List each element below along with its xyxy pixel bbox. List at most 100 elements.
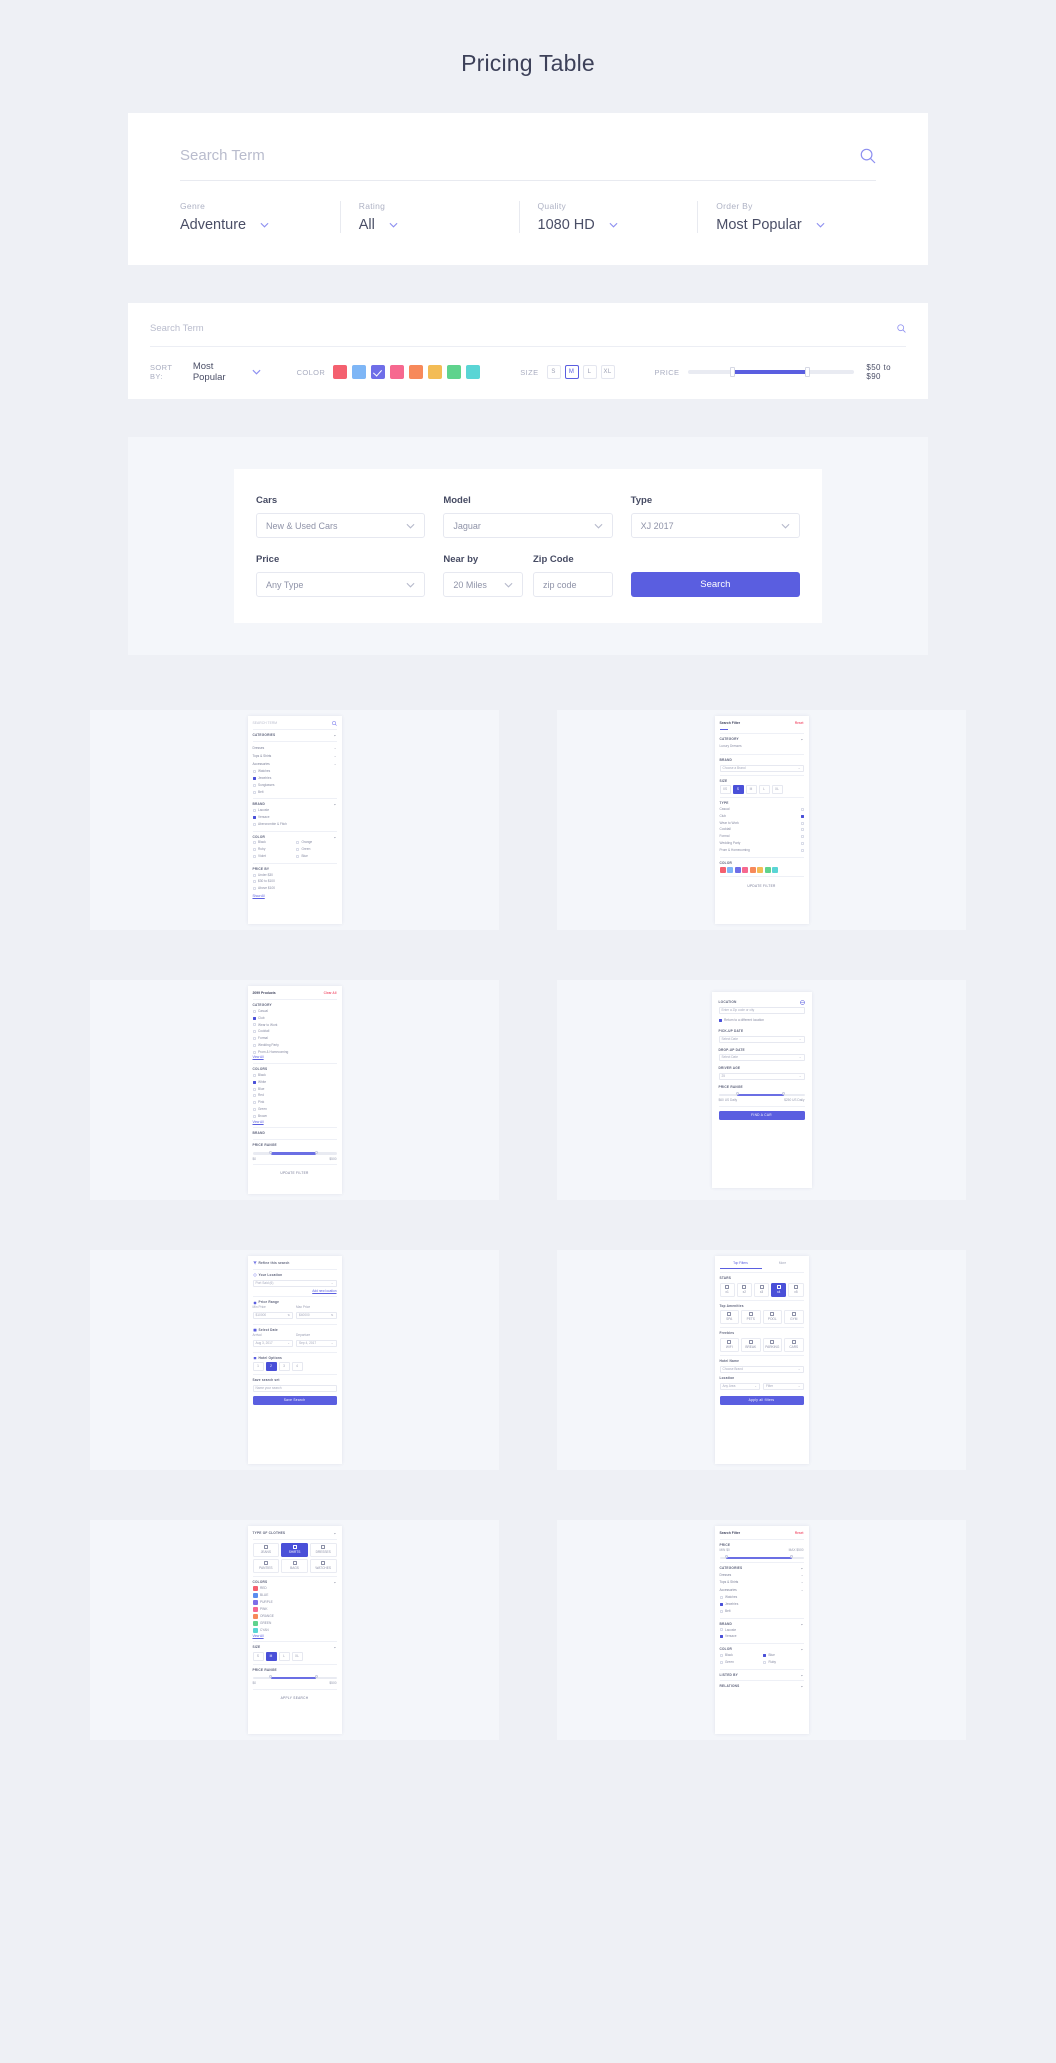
size-option[interactable]: L bbox=[758, 785, 770, 795]
type-option[interactable]: Casual bbox=[720, 806, 804, 813]
brand-option[interactable]: Versace bbox=[252, 814, 337, 821]
color-swatch[interactable] bbox=[428, 365, 443, 379]
add-location-link[interactable]: Add new location bbox=[312, 1289, 336, 1293]
globe-icon[interactable] bbox=[799, 1000, 805, 1005]
size-option[interactable]: XL bbox=[600, 365, 615, 379]
filter-order-by[interactable]: Order By Most Popular bbox=[697, 201, 876, 233]
field-cars-select[interactable]: New & Used Cars bbox=[256, 513, 426, 538]
dropup-date-select[interactable]: Select Date ⌄ bbox=[718, 1054, 805, 1062]
chevron-down-icon[interactable] bbox=[260, 222, 269, 228]
update-filter-button[interactable]: UPDATE FILTER bbox=[253, 1169, 337, 1178]
stepper-icon[interactable]: ⇅ bbox=[287, 1313, 290, 1318]
chevron-down-icon[interactable]: ⌄ bbox=[334, 762, 337, 767]
min-price-input[interactable]: $10000 ⇅ bbox=[252, 1311, 293, 1319]
freebie-option[interactable]: WIFI bbox=[719, 1338, 739, 1353]
clear-all-button[interactable]: Clear All bbox=[324, 991, 337, 996]
category-option[interactable]: Cocktail bbox=[252, 1028, 337, 1035]
category-option[interactable]: Club bbox=[252, 1015, 337, 1022]
max-price-input[interactable]: $40000 ⇅ bbox=[296, 1311, 337, 1319]
chevron-down-icon[interactable]: ⌄ bbox=[801, 1566, 804, 1571]
color-swatch[interactable] bbox=[390, 365, 405, 379]
chevron-down-icon[interactable]: ⌄ bbox=[801, 737, 804, 742]
search-icon[interactable] bbox=[331, 721, 337, 726]
color-swatch[interactable] bbox=[719, 867, 726, 874]
sort-by-group[interactable]: SORT BY: Most Popular bbox=[150, 361, 261, 383]
chevron-down-icon[interactable] bbox=[389, 222, 398, 228]
field-zip-input[interactable]: zip code bbox=[533, 572, 613, 597]
size-option[interactable]: XL bbox=[771, 785, 783, 795]
price-slider-knob-min[interactable] bbox=[269, 1150, 273, 1154]
size-option[interactable]: M bbox=[745, 785, 757, 795]
clothes-tile[interactable]: SHIRTS bbox=[281, 1542, 308, 1557]
color-option[interactable]: Orange bbox=[296, 839, 337, 846]
color-option[interactable]: Green bbox=[252, 1106, 337, 1113]
search-input[interactable] bbox=[180, 147, 860, 164]
color-option[interactable]: Green bbox=[296, 846, 337, 853]
chevron-down-icon[interactable]: ⌄ bbox=[801, 1588, 804, 1593]
color-option[interactable]: Ruby bbox=[763, 1659, 804, 1666]
clothes-tile[interactable]: BAGS bbox=[281, 1558, 308, 1573]
color-row[interactable]: PURPLE bbox=[252, 1599, 337, 1606]
hotel-option[interactable]: 3 bbox=[278, 1362, 290, 1372]
price-slider-knob-max[interactable] bbox=[790, 1555, 794, 1559]
field-nearby-select[interactable]: 20 Miles bbox=[443, 572, 523, 597]
search-input[interactable] bbox=[150, 323, 897, 334]
price-slider-knob-max[interactable] bbox=[804, 367, 810, 377]
price-slider[interactable] bbox=[718, 1092, 805, 1097]
reset-button[interactable]: Reset bbox=[795, 721, 804, 726]
price-option[interactable]: Under $30 bbox=[252, 872, 337, 879]
freebie-option[interactable]: PARKING bbox=[762, 1338, 782, 1353]
filter-rating[interactable]: Rating All bbox=[339, 201, 519, 233]
car-search-button[interactable]: Search bbox=[630, 572, 800, 597]
amenity-option[interactable]: GYM bbox=[784, 1310, 804, 1325]
brand-option[interactable]: Lacoste bbox=[719, 1627, 804, 1634]
location-select[interactable]: Port Said (6) ⌄ bbox=[252, 1279, 337, 1287]
color-swatch[interactable] bbox=[409, 365, 424, 379]
accessory-option[interactable]: Jewelries bbox=[719, 1601, 804, 1608]
category-row[interactable]: Tops & Shirts ⌄ bbox=[720, 1579, 804, 1587]
color-swatch[interactable] bbox=[772, 867, 778, 874]
category-row[interactable]: Tops & Shirts ⌄ bbox=[253, 753, 337, 761]
chevron-down-icon[interactable]: ⌄ bbox=[334, 754, 337, 759]
tab-more[interactable]: More bbox=[762, 1261, 804, 1269]
filter-quality[interactable]: Quality 1080 HD bbox=[518, 201, 698, 233]
size-option[interactable]: M bbox=[564, 365, 579, 379]
brand-option[interactable]: Lacoste bbox=[252, 807, 337, 814]
clothes-tile[interactable]: JEANS bbox=[252, 1542, 280, 1557]
price-option[interactable]: $30 to $100 bbox=[252, 878, 337, 885]
color-swatch[interactable] bbox=[447, 365, 462, 379]
color-swatch[interactable] bbox=[764, 867, 771, 874]
accessory-option[interactable]: Belt bbox=[252, 789, 337, 796]
category-option[interactable]: Formal bbox=[252, 1035, 337, 1042]
brand-option[interactable]: Versace bbox=[719, 1633, 804, 1640]
price-slider[interactable] bbox=[252, 1150, 337, 1155]
color-option[interactable]: White bbox=[252, 1079, 337, 1086]
category-option[interactable]: Casual bbox=[252, 1008, 337, 1015]
color-swatch[interactable] bbox=[727, 867, 733, 874]
save-name-input[interactable]: Name your search bbox=[252, 1385, 337, 1393]
color-option[interactable]: Green bbox=[719, 1659, 761, 1666]
brand-select[interactable]: Choose a Brand ⌄ bbox=[719, 764, 804, 772]
star-option[interactable]: x4 bbox=[771, 1282, 787, 1297]
size-option[interactable]: L bbox=[582, 365, 597, 379]
chevron-down-icon[interactable] bbox=[252, 369, 261, 375]
color-swatch[interactable] bbox=[352, 365, 367, 379]
color-option[interactable]: Blue bbox=[763, 1652, 804, 1659]
departure-input[interactable]: Sep 4, 2017 ⌄ bbox=[296, 1339, 337, 1347]
chevron-down-icon[interactable]: ⌄ bbox=[334, 746, 337, 751]
color-option[interactable]: Ruby bbox=[252, 846, 294, 853]
arrival-input[interactable]: Aug 3, 2017 ⌄ bbox=[252, 1339, 293, 1347]
color-option[interactable]: Pink bbox=[252, 1099, 337, 1106]
category-option[interactable]: Wear to Work bbox=[252, 1022, 337, 1029]
freebie-option[interactable]: CARS bbox=[784, 1338, 804, 1353]
hotel-option[interactable]: 1 bbox=[252, 1362, 264, 1372]
hotel-brand-select[interactable]: Choose Brand ⌄ bbox=[719, 1365, 804, 1373]
color-swatch[interactable] bbox=[749, 867, 756, 874]
tab-top-filters[interactable]: Top Filters bbox=[719, 1261, 762, 1269]
search-icon[interactable] bbox=[897, 324, 906, 333]
update-filter-button[interactable]: UPDATE FILTER bbox=[720, 881, 804, 890]
color-row[interactable]: BLUE bbox=[252, 1592, 337, 1599]
filter-select[interactable]: Filter ⌄ bbox=[763, 1382, 804, 1390]
price-slider-knob-min[interactable] bbox=[724, 1555, 728, 1559]
area-select[interactable]: Any Area ⌄ bbox=[719, 1382, 760, 1390]
